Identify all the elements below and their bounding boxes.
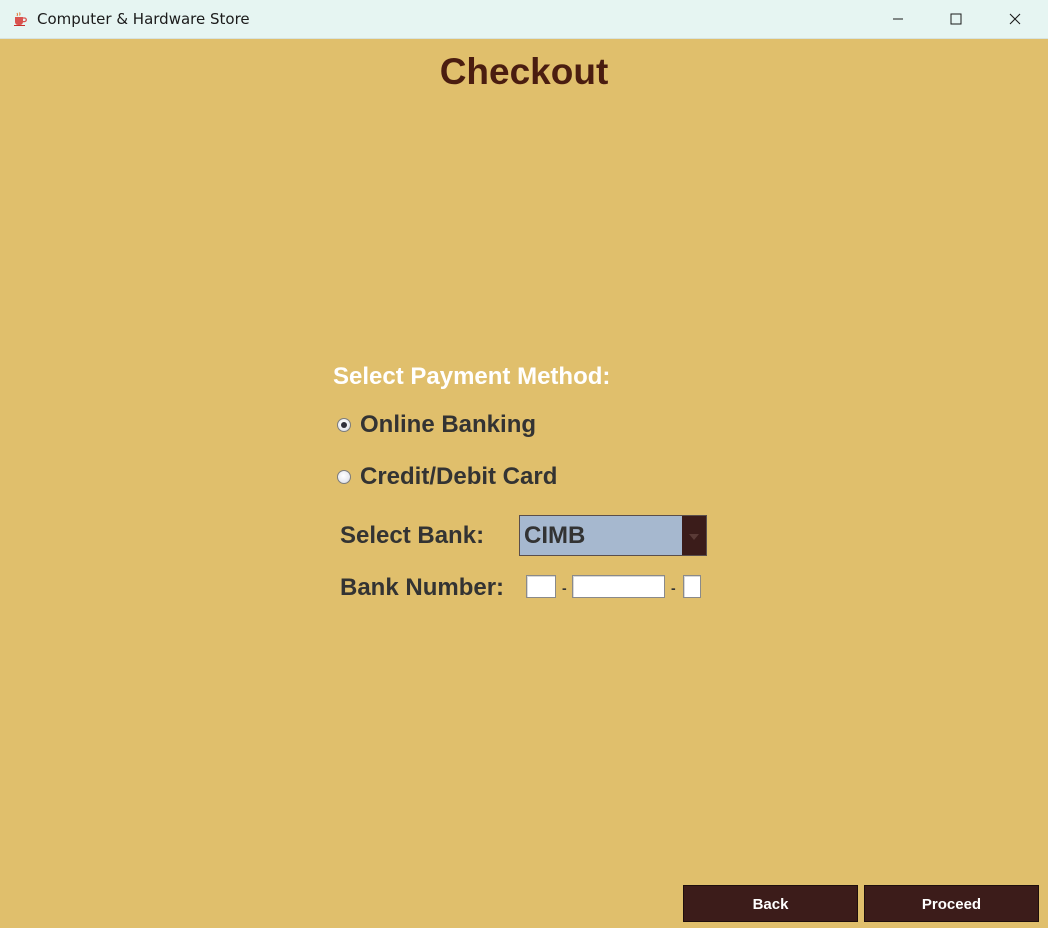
page-title: Checkout [439, 51, 609, 92]
bank-number-separator: - [562, 580, 567, 596]
radio-credit-debit-card[interactable]: Credit/Debit Card [337, 463, 557, 491]
radio-button-checked[interactable] [337, 418, 351, 432]
radio-online-banking[interactable]: Online Banking [337, 411, 536, 439]
maximize-button[interactable] [927, 0, 985, 38]
window-title: Computer & Hardware Store [37, 10, 250, 28]
title-bar[interactable]: Computer & Hardware Store [0, 0, 1048, 39]
coffee-cup-icon [12, 11, 28, 27]
proceed-button[interactable]: Proceed [864, 885, 1039, 922]
maximize-icon [950, 13, 962, 25]
bank-number-label: Bank Number: [340, 574, 505, 601]
radio-label-credit-debit-card[interactable]: Credit/Debit Card [360, 463, 557, 491]
bank-select[interactable]: CIMB [519, 515, 707, 556]
close-button[interactable] [986, 0, 1044, 38]
close-icon [1009, 13, 1021, 25]
radio-button-unchecked[interactable] [337, 470, 351, 484]
radio-label-online-banking[interactable]: Online Banking [360, 411, 536, 439]
app-window: Computer & Hardware Store Checkout Selec… [0, 0, 1048, 928]
checkout-panel: Checkout Select Payment Method: Online B… [0, 39, 1048, 928]
bank-number-separator: - [671, 580, 676, 596]
bank-number-part-3[interactable] [683, 575, 701, 598]
bank-number-part-2[interactable] [572, 575, 665, 598]
payment-method-label: Select Payment Method: [333, 363, 611, 390]
bank-select-value[interactable]: CIMB [524, 522, 585, 550]
select-bank-label: Select Bank: [340, 522, 485, 549]
chevron-down-icon [689, 527, 699, 545]
dropdown-arrow-button[interactable] [682, 516, 706, 555]
back-button[interactable]: Back [683, 885, 858, 922]
minimize-button[interactable] [869, 0, 927, 38]
minimize-icon [892, 13, 904, 25]
bank-number-part-1[interactable] [526, 575, 556, 598]
